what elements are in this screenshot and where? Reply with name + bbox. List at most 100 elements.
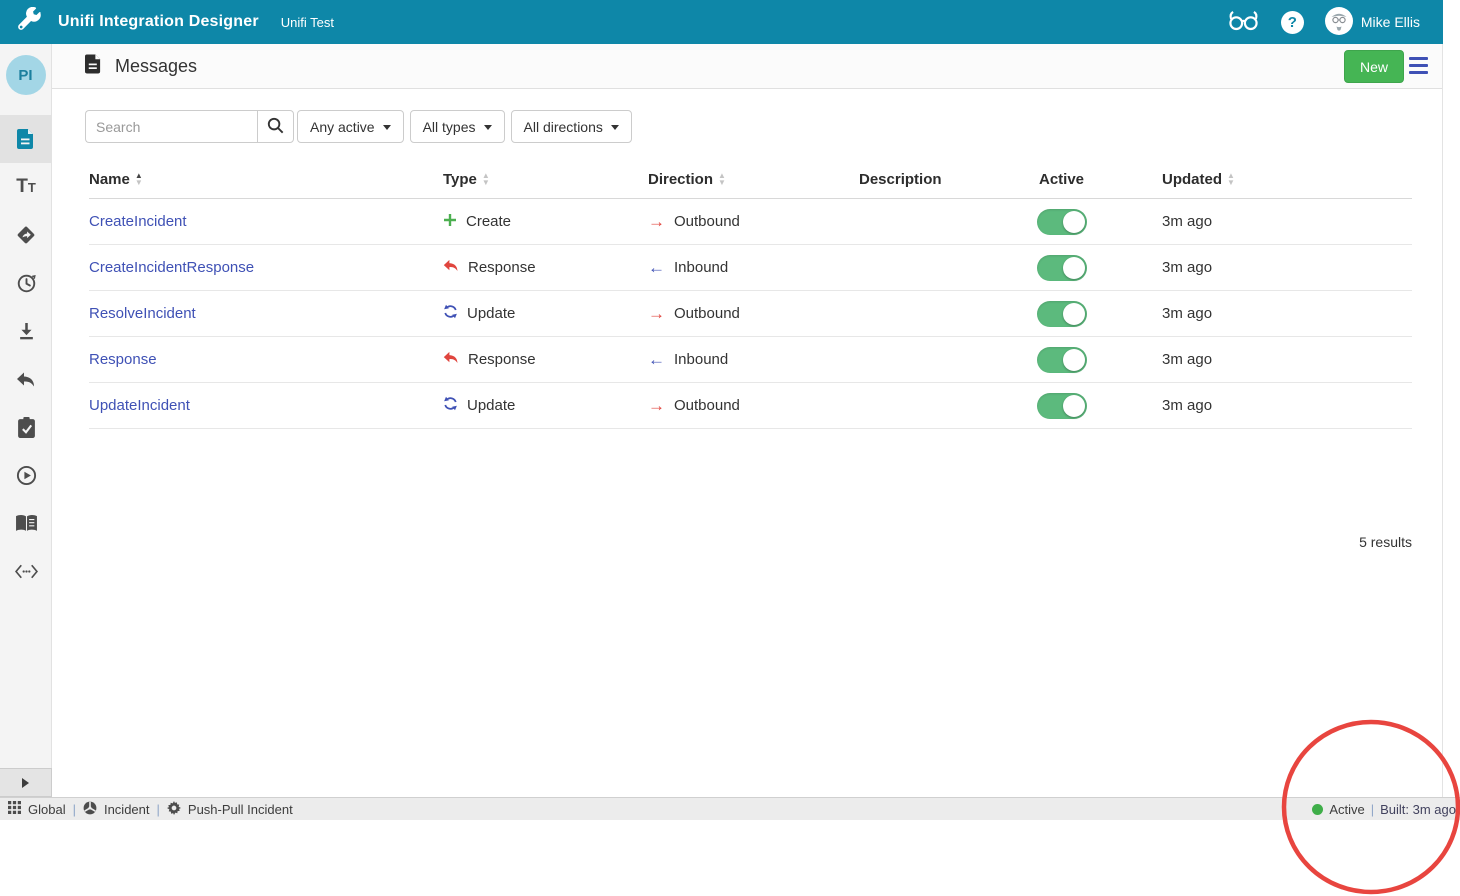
message-active-cell bbox=[1009, 301, 1114, 327]
table-header-row: Name ▲▼ Type ▲▼ Direction ▲▼ Description… bbox=[89, 161, 1412, 199]
environment-name[interactable]: Unifi Test bbox=[281, 15, 334, 30]
active-toggle[interactable] bbox=[1037, 347, 1087, 373]
import-icon bbox=[17, 322, 36, 341]
column-header-type[interactable]: Type ▲▼ bbox=[443, 171, 648, 188]
column-header-updated[interactable]: Updated ▲▼ bbox=[1114, 171, 1412, 188]
sidebar-item-tasks[interactable] bbox=[0, 403, 52, 451]
message-active-cell bbox=[1009, 393, 1114, 419]
new-button[interactable]: New bbox=[1344, 50, 1404, 83]
reply-icon bbox=[443, 351, 459, 368]
message-type-cell: Response bbox=[443, 259, 648, 276]
arrow-right-icon: → bbox=[648, 304, 665, 324]
app-title: Unifi Integration Designer bbox=[58, 13, 259, 31]
process-label[interactable]: Incident bbox=[104, 802, 150, 817]
sidebar-item-history[interactable] bbox=[0, 259, 52, 307]
message-direction-cell: →Outbound bbox=[648, 396, 859, 416]
message-name-link[interactable]: CreateIncidentResponse bbox=[89, 259, 254, 276]
arrow-right-icon: → bbox=[648, 212, 665, 232]
message-direction-label: Outbound bbox=[674, 213, 740, 230]
status-dot bbox=[1312, 804, 1323, 815]
sidebar-item-import[interactable] bbox=[0, 307, 52, 355]
sidebar-expand-button[interactable] bbox=[0, 768, 52, 797]
wrench-icon bbox=[17, 7, 42, 37]
message-active-cell bbox=[1009, 255, 1114, 281]
message-name-link[interactable]: ResolveIncident bbox=[89, 305, 196, 322]
message-name-link[interactable]: UpdateIncident bbox=[89, 397, 190, 414]
message-direction-cell: → Outbound bbox=[648, 212, 859, 232]
message-type-cell: Update bbox=[443, 396, 648, 415]
response-icon bbox=[16, 371, 36, 388]
directions-filter-dropdown[interactable]: All directions bbox=[511, 110, 632, 143]
toggle-knob bbox=[1063, 395, 1085, 417]
active-toggle[interactable] bbox=[1037, 255, 1087, 281]
filter-toolbar: Any active All types All directions bbox=[85, 110, 1442, 143]
text-fields-icon: TT bbox=[16, 177, 36, 197]
separator: | bbox=[1371, 802, 1374, 817]
help-icon[interactable]: ? bbox=[1281, 11, 1304, 34]
avatar bbox=[1325, 7, 1353, 38]
message-name-cell: Response bbox=[89, 351, 443, 368]
sidebar-item-dispatch[interactable] bbox=[0, 211, 52, 259]
sidebar-item-text-fields[interactable]: TT bbox=[0, 163, 52, 211]
message-updated-cell: 3m ago bbox=[1114, 259, 1412, 276]
refresh-icon bbox=[443, 396, 458, 415]
run-icon bbox=[16, 465, 37, 486]
separator: | bbox=[73, 802, 76, 817]
separator: | bbox=[157, 802, 160, 817]
expand-arrow-icon bbox=[22, 778, 29, 788]
table-row: CreateIncidentCreate→Outbound3m ago bbox=[89, 199, 1412, 245]
page-title: Messages bbox=[115, 56, 197, 77]
user-menu[interactable]: Mike Ellis bbox=[1325, 7, 1420, 38]
sidebar-item-run[interactable] bbox=[0, 451, 52, 499]
built-label: Built: 3m ago bbox=[1380, 802, 1456, 817]
types-filter-label: All types bbox=[423, 119, 476, 135]
active-toggle[interactable] bbox=[1037, 209, 1087, 235]
types-filter-dropdown[interactable]: All types bbox=[410, 110, 505, 143]
sort-icon: ▲▼ bbox=[482, 173, 490, 186]
active-toggle[interactable] bbox=[1037, 301, 1087, 327]
messages-icon bbox=[17, 129, 35, 149]
hamburger-menu-icon[interactable] bbox=[1409, 57, 1428, 74]
message-direction-cell: ←Inbound bbox=[648, 258, 859, 278]
toggle-knob bbox=[1063, 257, 1085, 279]
message-type-cell: Create bbox=[443, 213, 648, 231]
glasses-icon[interactable] bbox=[1227, 8, 1260, 37]
message-updated-cell: 3m ago bbox=[1114, 305, 1412, 322]
active-filter-dropdown[interactable]: Any active bbox=[297, 110, 404, 143]
top-app-bar: Unifi Integration Designer Unifi Test ? bbox=[0, 0, 1443, 44]
column-header-name[interactable]: Name ▲▼ bbox=[89, 171, 443, 188]
search-input[interactable] bbox=[85, 110, 257, 143]
message-name-cell: ResolveIncident bbox=[89, 305, 443, 322]
results-count: 5 results bbox=[89, 534, 1412, 550]
sidebar-item-code[interactable] bbox=[0, 547, 52, 595]
message-type-label: Update bbox=[467, 305, 515, 322]
sidebar-items: TT bbox=[0, 115, 51, 595]
integration-avatar[interactable]: PI bbox=[6, 55, 46, 95]
toggle-knob bbox=[1063, 349, 1085, 371]
sort-icon: ▲▼ bbox=[718, 173, 726, 186]
message-name-link[interactable]: CreateIncident bbox=[89, 213, 187, 230]
message-direction-label: Outbound bbox=[674, 305, 740, 322]
toggle-knob bbox=[1063, 211, 1085, 233]
documentation-icon bbox=[15, 514, 38, 533]
messages-table-body: CreateIncidentCreate→Outbound3m agoCreat… bbox=[89, 199, 1412, 429]
history-icon bbox=[16, 273, 37, 294]
chevron-down-icon bbox=[484, 125, 492, 130]
column-header-direction[interactable]: Direction ▲▼ bbox=[648, 171, 859, 188]
status-bar: Global | Incident | Push-Pull Incident A… bbox=[0, 797, 1460, 820]
active-filter-label: Any active bbox=[310, 119, 375, 135]
message-updated-cell: 3m ago bbox=[1114, 351, 1412, 368]
sidebar-item-documentation[interactable] bbox=[0, 499, 52, 547]
sidebar-item-response[interactable] bbox=[0, 355, 52, 403]
table-row: ResolveIncident Update → Outbound 3m ago bbox=[89, 291, 1412, 337]
active-toggle[interactable] bbox=[1037, 393, 1087, 419]
integration-label[interactable]: Push-Pull Incident bbox=[188, 802, 293, 817]
message-direction-cell: ←Inbound bbox=[648, 350, 859, 370]
message-name-cell: UpdateIncident bbox=[89, 397, 443, 414]
message-name-link[interactable]: Response bbox=[89, 351, 157, 368]
message-name-cell: CreateIncident bbox=[89, 213, 443, 230]
scope-label[interactable]: Global bbox=[28, 802, 66, 817]
search-button[interactable] bbox=[257, 110, 294, 143]
sidebar-item-messages[interactable] bbox=[0, 115, 52, 163]
process-icon bbox=[83, 801, 97, 818]
